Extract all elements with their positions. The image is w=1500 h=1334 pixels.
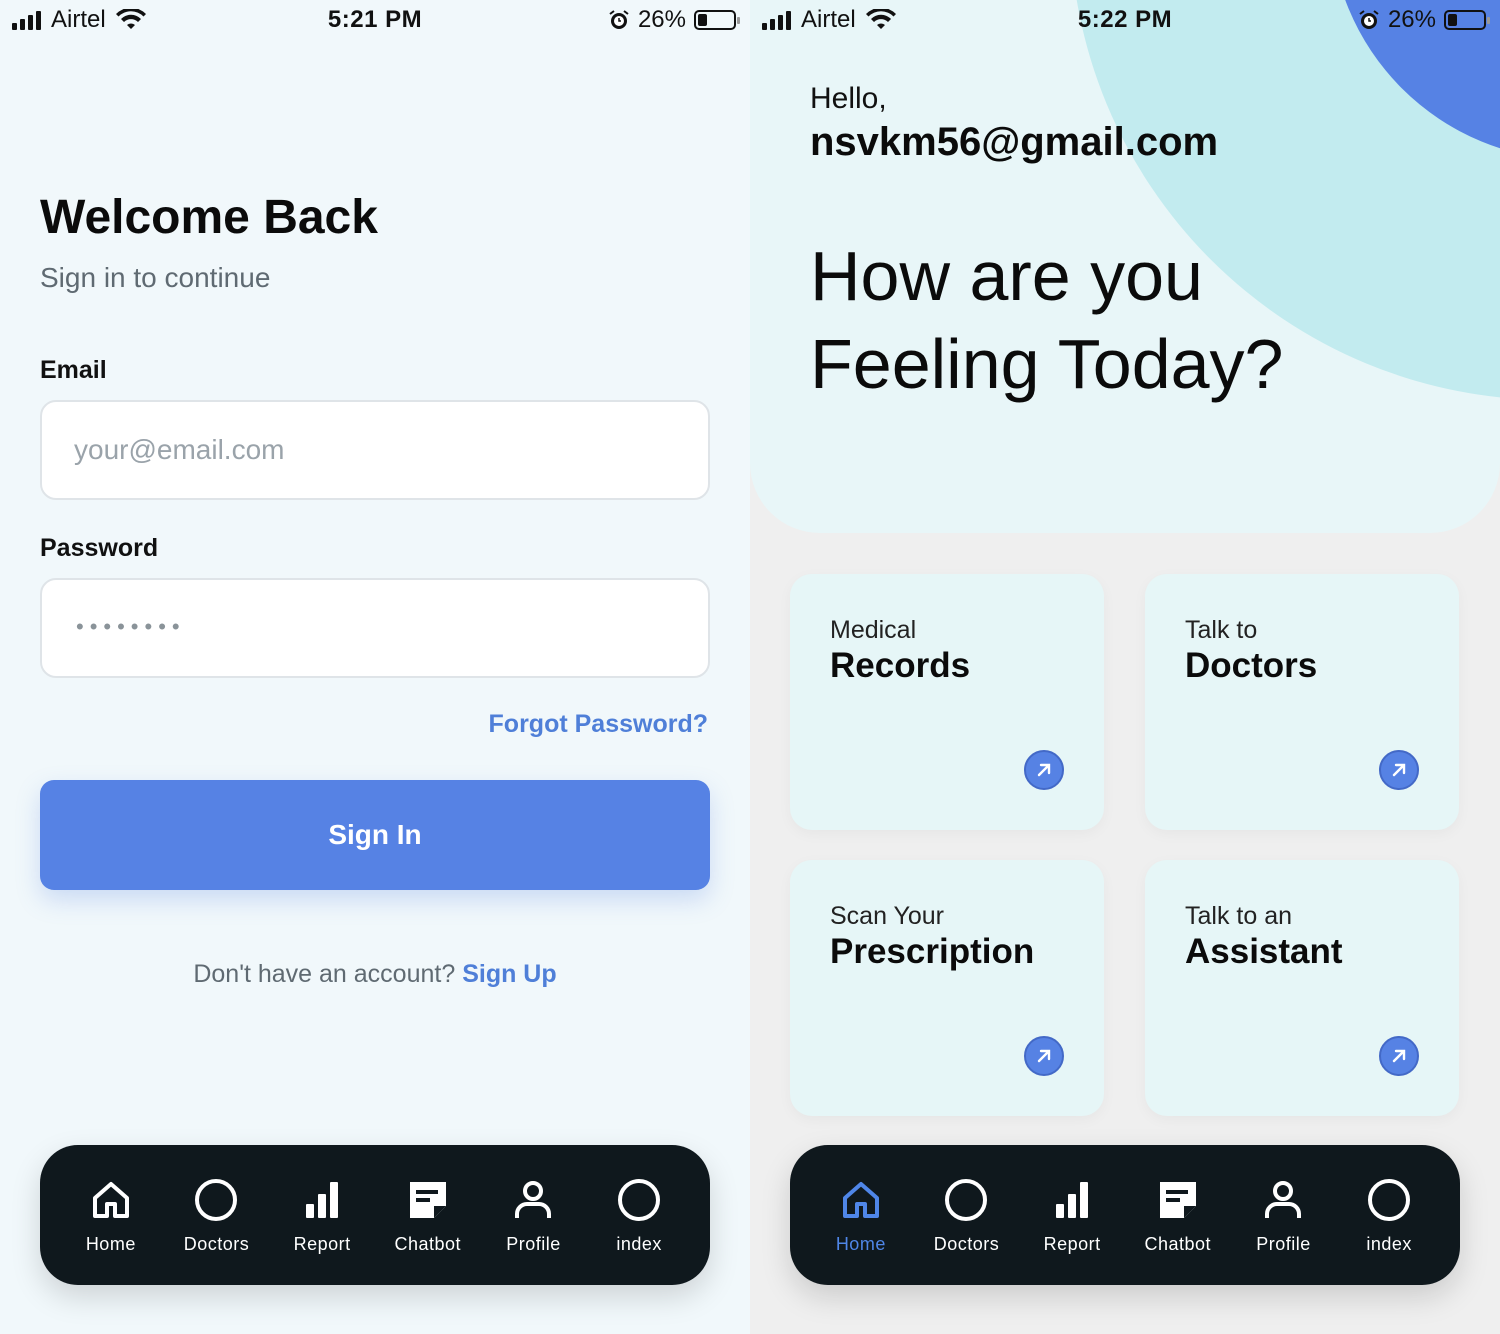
forgot-password-link[interactable]: Forgot Password?	[489, 710, 708, 739]
note-icon	[1159, 1181, 1196, 1218]
nav-profile-label: Profile	[506, 1233, 561, 1254]
hero-heading: How are you Feeling Today?	[810, 232, 1284, 408]
card-medical-records[interactable]: Medical Records	[790, 574, 1104, 830]
nav-chatbot[interactable]: Chatbot	[1128, 1176, 1228, 1255]
hero-heading-line1: How are you	[810, 237, 1203, 315]
nav-home[interactable]: Home	[61, 1176, 161, 1255]
nav-chatbot-label: Chatbot	[1144, 1233, 1212, 1254]
nav-report[interactable]: Report	[272, 1176, 372, 1255]
card-title: Records	[830, 646, 971, 685]
status-bar: Airtel 5:21 PM 26%	[0, 0, 750, 42]
bottom-nav: Home Doctors Report Chatbot Profile inde…	[790, 1145, 1460, 1285]
hero-heading-line2: Feeling Today?	[810, 325, 1284, 403]
greeting: Hello,	[810, 82, 887, 115]
note-icon	[409, 1181, 446, 1218]
circle-icon	[1368, 1178, 1411, 1221]
nav-doctors[interactable]: Doctors	[166, 1176, 266, 1255]
home-screen: Airtel 5:22 PM 26% Hello, nsvkm56@gmail.…	[750, 0, 1500, 1334]
card-scan-prescription[interactable]: Scan Your Prescription	[790, 860, 1104, 1116]
alarm-icon	[1359, 10, 1379, 29]
arrow-up-right-icon	[1379, 1036, 1419, 1076]
status-right-group: 26%	[608, 6, 740, 34]
email-label: Email	[40, 356, 107, 384]
nav-profile[interactable]: Profile	[1233, 1176, 1333, 1255]
password-label: Password	[40, 534, 159, 562]
bar-chart-icon	[306, 1181, 339, 1218]
nav-report[interactable]: Report	[1022, 1176, 1122, 1255]
arrow-up-right-icon	[1024, 1036, 1064, 1076]
signup-prompt: Don't have an account? Sign Up	[0, 960, 750, 989]
nav-report-label: Report	[293, 1233, 351, 1254]
card-talk-to-doctors[interactable]: Talk to Doctors	[1145, 574, 1459, 830]
status-bar: Airtel 5:22 PM 26%	[750, 0, 1500, 42]
card-subtitle: Scan Your	[830, 902, 944, 930]
nav-doctors-label: Doctors	[933, 1233, 1000, 1254]
home-icon	[92, 1181, 129, 1218]
nav-home-label: Home	[85, 1233, 136, 1254]
nav-index-label: index	[1366, 1233, 1412, 1254]
card-talk-to-assistant[interactable]: Talk to an Assistant	[1145, 860, 1459, 1116]
user-email: nsvkm56@gmail.com	[810, 120, 1219, 164]
nav-doctors-label: Doctors	[183, 1233, 250, 1254]
bar-chart-icon	[1056, 1181, 1089, 1218]
card-title: Assistant	[1185, 932, 1343, 971]
nav-chatbot-label: Chatbot	[394, 1233, 462, 1254]
nav-index[interactable]: index	[589, 1176, 689, 1255]
status-right-group: 26%	[1358, 6, 1490, 34]
card-subtitle: Talk to an	[1185, 902, 1293, 930]
page-title: Welcome Back	[40, 191, 378, 244]
card-subtitle: Talk to	[1185, 616, 1258, 644]
person-icon	[1265, 1180, 1302, 1218]
sign-in-button[interactable]: Sign In	[40, 780, 710, 890]
battery-icon	[1444, 10, 1490, 30]
no-account-text: Don't have an account?	[193, 960, 456, 988]
battery-percent: 26%	[1387, 6, 1436, 33]
nav-index-label: index	[616, 1233, 662, 1254]
nav-doctors[interactable]: Doctors	[916, 1176, 1016, 1255]
sign-up-link[interactable]: Sign Up	[462, 960, 556, 988]
card-title: Prescription	[830, 932, 1035, 971]
arrow-up-right-icon	[1379, 750, 1419, 790]
home-icon	[842, 1181, 879, 1218]
nav-report-label: Report	[1043, 1233, 1101, 1254]
battery-percent: 26%	[637, 6, 686, 33]
circle-icon	[945, 1178, 988, 1221]
circle-icon	[195, 1178, 238, 1221]
email-field[interactable]	[40, 400, 710, 500]
nav-home-label: Home	[835, 1233, 886, 1254]
password-mask: ••••••••	[76, 614, 186, 639]
nav-profile-label: Profile	[1256, 1233, 1311, 1254]
battery-icon	[694, 10, 740, 30]
person-icon	[515, 1180, 552, 1218]
alarm-icon	[609, 10, 629, 29]
page-subtitle: Sign in to continue	[40, 262, 271, 293]
nav-chatbot[interactable]: Chatbot	[378, 1176, 478, 1255]
bottom-nav: Home Doctors Report Chatbot Profile inde…	[40, 1145, 710, 1285]
nav-profile[interactable]: Profile	[483, 1176, 583, 1255]
nav-index[interactable]: index	[1339, 1176, 1439, 1255]
card-subtitle: Medical	[830, 616, 917, 644]
login-screen: Airtel 5:21 PM 26% Welcome Back Sign in …	[0, 0, 750, 1334]
circle-icon	[618, 1178, 661, 1221]
nav-home[interactable]: Home	[811, 1176, 911, 1255]
card-title: Doctors	[1185, 646, 1318, 685]
arrow-up-right-icon	[1024, 750, 1064, 790]
